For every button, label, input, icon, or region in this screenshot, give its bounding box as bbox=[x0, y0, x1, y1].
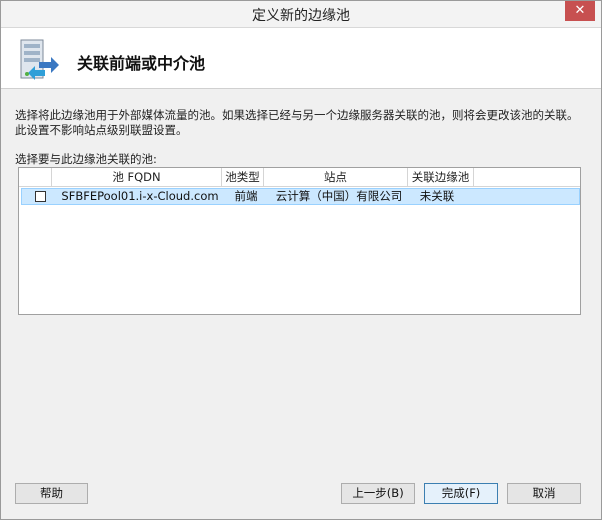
pool-table: 池 FQDN 池类型 站点 关联边缘池 SFBFEPool01.i-x-Clou… bbox=[18, 167, 581, 315]
table-row[interactable]: SFBFEPool01.i-x-Cloud.com 前端 云计算（中国）有限公司… bbox=[21, 188, 580, 205]
pool-fqdn-cell: SFBFEPool01.i-x-Cloud.com bbox=[61, 189, 219, 203]
pool-associated-cell: 未关联 bbox=[419, 189, 455, 203]
pool-select-label: 选择要与此边缘池关联的池: bbox=[15, 152, 157, 166]
window-title: 定义新的边缘池 bbox=[252, 8, 350, 24]
finish-button[interactable]: 完成(F) bbox=[424, 483, 498, 504]
column-header-select[interactable] bbox=[19, 168, 52, 186]
column-header-site[interactable]: 站点 bbox=[264, 168, 408, 186]
column-header-type[interactable]: 池类型 bbox=[222, 168, 264, 186]
pool-wizard-icon bbox=[20, 39, 59, 80]
back-button[interactable]: 上一步(B) bbox=[341, 483, 415, 504]
wizard-header: 关联前端或中介池 bbox=[1, 28, 601, 89]
column-header-fqdn[interactable]: 池 FQDN bbox=[52, 168, 222, 186]
pool-type-cell: 前端 bbox=[234, 189, 258, 203]
close-button[interactable]: ✕ bbox=[565, 1, 595, 21]
title-bar: 定义新的边缘池 ✕ bbox=[1, 1, 601, 28]
pool-checkbox[interactable] bbox=[35, 191, 46, 202]
column-header-associated[interactable]: 关联边缘池 bbox=[408, 168, 474, 186]
description-text: 选择将此边缘池用于外部媒体流量的池。如果选择已经与另一个边缘服务器关联的池，则将… bbox=[15, 108, 579, 137]
table-header: 池 FQDN 池类型 站点 关联边缘池 bbox=[19, 168, 580, 187]
page-title: 关联前端或中介池 bbox=[77, 54, 206, 73]
pool-site-cell: 云计算（中国）有限公司 bbox=[275, 189, 403, 203]
cancel-button[interactable]: 取消 bbox=[507, 483, 581, 504]
wizard-window: 定义新的边缘池 ✕ 关联前端或中介池 选择将此边缘池用于外部媒体流量的池。如果选… bbox=[0, 0, 602, 520]
help-button[interactable]: 帮助 bbox=[15, 483, 88, 504]
